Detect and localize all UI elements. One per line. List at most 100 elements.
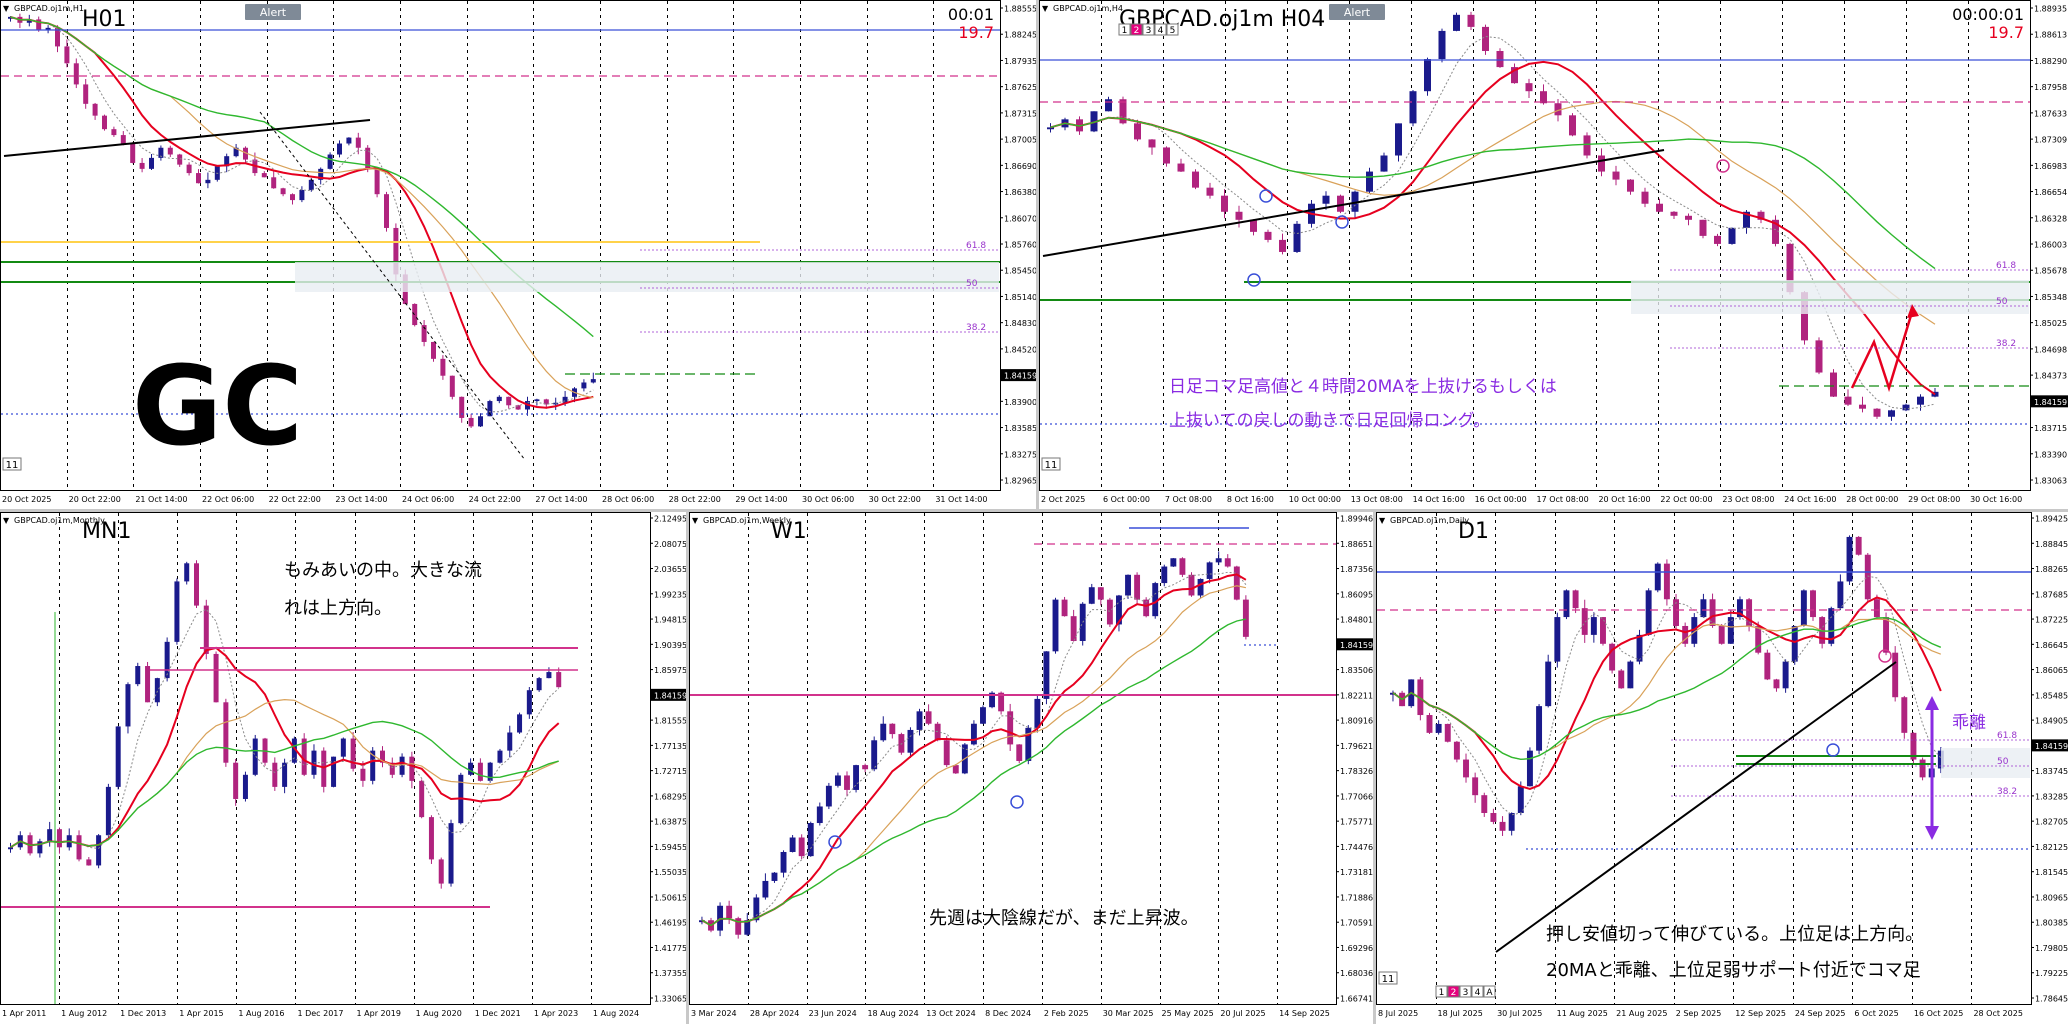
candle-body: [1830, 372, 1837, 397]
time-label: 18 Jul 2025: [1438, 1009, 1483, 1018]
candle-body: [56, 829, 62, 848]
price-label: 1.82125: [2035, 843, 2068, 852]
chart-tab-label: 1: [1122, 26, 1128, 36]
candle-body: [925, 711, 932, 724]
candle-body: [834, 775, 841, 786]
price-label: 1.85975: [654, 666, 686, 675]
candle-body: [1846, 536, 1853, 582]
price-label: 2.03655: [654, 565, 686, 574]
candle-body: [1883, 617, 1890, 653]
candle-body: [1873, 408, 1881, 417]
candle-body: [468, 417, 474, 427]
time-label: 1 Aug 2012: [61, 1009, 107, 1018]
candle-body: [880, 723, 887, 741]
candle-body: [374, 168, 380, 195]
fib-level-label: 61.8: [966, 241, 986, 251]
fib-level-label: 61.8: [1996, 261, 2016, 271]
candle-body: [1206, 562, 1213, 579]
candle-body: [145, 666, 151, 703]
time-label: 24 Oct 22:00: [469, 495, 521, 504]
candle-body: [825, 785, 832, 807]
price-label: 1.82211: [1340, 691, 1373, 700]
time-label: 28 Oct 2025: [1973, 1009, 2022, 1018]
d1-chart-svg[interactable]: 1.89425 1.88845 1.88265 1.87685 1.87225 1.866…: [1376, 512, 2068, 1024]
time-label: 20 Oct 16:00: [1598, 495, 1650, 504]
candle-body: [1134, 123, 1141, 140]
candle-body: [1179, 558, 1186, 575]
candle-body: [164, 641, 170, 679]
time-label: 28 Apr 2024: [750, 1009, 799, 1018]
candle-body: [1636, 634, 1643, 662]
chart-window-d1[interactable]: 1.89425 1.88845 1.88265 1.87685 1.87225 1.866…: [1376, 512, 2068, 1024]
candle-body: [111, 129, 117, 136]
w1-chart-svg[interactable]: 1.89946 1.88651 1.87356 1.86095 1.84801 1.841…: [689, 512, 1373, 1024]
window-title: GBPCAD.oj1m,H1: [14, 4, 84, 13]
candle-body: [1499, 821, 1506, 831]
price-label: 1.83285: [2035, 792, 2068, 801]
price-label: 1.88935: [2034, 5, 2067, 14]
candle-body: [556, 672, 562, 688]
chart-tab-label: 4: [1158, 26, 1164, 36]
candle-body: [1337, 195, 1344, 212]
candle-body: [1496, 51, 1504, 68]
candle-body: [130, 143, 136, 163]
candle-body: [1016, 744, 1023, 761]
chart-window-h4[interactable]: 1.88935 1.88613 1.88290 1.87958 1.87633 1.873…: [1039, 0, 2068, 509]
price-label: 1.84905: [2035, 717, 2068, 726]
dropdown-arrow-icon[interactable]: ▼: [1042, 4, 1049, 13]
candle-body: [1902, 404, 1910, 411]
chart-window-mn1[interactable]: 2.12495 2.08075 2.03655 1.99235 1.94815 1.903…: [0, 512, 686, 1024]
candle-body: [360, 768, 366, 781]
candle-body: [1901, 697, 1908, 733]
candle-body: [1453, 14, 1460, 31]
candle-body: [1061, 599, 1068, 617]
dropdown-arrow-icon[interactable]: ▼: [1379, 516, 1386, 525]
candle-body: [1656, 203, 1663, 212]
price-label: 1.88245: [1004, 31, 1036, 40]
price-label: 1.77066: [1340, 792, 1373, 801]
chart-window-w1[interactable]: 1.89946 1.88651 1.87356 1.86095 1.84801 1.841…: [689, 512, 1373, 1024]
candle-body: [1600, 617, 1606, 644]
candle-body: [1482, 26, 1489, 52]
candle-body: [321, 750, 327, 787]
candle-body: [1864, 554, 1871, 600]
time-label: 16 Oct 00:00: [1475, 495, 1527, 504]
candle-body: [92, 103, 98, 116]
chart-tab-label: 3: [1146, 26, 1152, 36]
time-label: 23 Oct 08:00: [1722, 495, 1774, 504]
candle-body: [1618, 670, 1625, 689]
price-label: 1.66741: [1340, 995, 1373, 1004]
time-label: 1 Dec 2021: [475, 1009, 521, 1018]
h4-chart-svg[interactable]: 1.88935 1.88613 1.88290 1.87958 1.87633 1.873…: [1039, 0, 2068, 509]
dropdown-arrow-icon[interactable]: ▼: [3, 516, 10, 525]
price-label: 1.79621: [1340, 742, 1373, 751]
candle-body: [970, 723, 977, 745]
candle-body: [1424, 59, 1431, 92]
price-label: 1.72715: [654, 767, 686, 776]
candle-body: [409, 756, 415, 781]
dropdown-arrow-icon[interactable]: ▼: [692, 516, 699, 525]
mn1-chart-svg[interactable]: 2.12495 2.08075 2.03655 1.99235 1.94815 1.903…: [0, 512, 686, 1024]
fib-level-label: 50: [1996, 297, 2008, 307]
h1-chart-svg[interactable]: 1.88555 1.88245 1.87935 1.87625 1.87315 1.870…: [0, 0, 1036, 509]
time-label: 28 Oct 06:00: [602, 495, 654, 504]
price-label: 1.55035: [654, 868, 686, 877]
chart-window-h1[interactable]: 1.88555 1.88245 1.87935 1.87625 1.87315 1.870…: [0, 0, 1036, 509]
candle-body: [105, 786, 111, 836]
candle-body: [1700, 599, 1707, 618]
dropdown-arrow-icon[interactable]: ▼: [3, 4, 10, 13]
candle-body: [816, 806, 823, 824]
chart-tab-label: 5: [1170, 26, 1176, 36]
price-label: 1.84520: [1004, 345, 1036, 354]
candle-body: [1526, 750, 1533, 787]
candle-body: [350, 738, 356, 769]
price-label: 1.70591: [1340, 919, 1373, 928]
price-label: 1.85025: [2034, 319, 2067, 328]
candle-body: [282, 762, 288, 787]
candle-body: [780, 851, 787, 873]
price-label: 1.88613: [2034, 31, 2067, 40]
divergence-label: 乖離: [1952, 713, 1986, 733]
bid-price-label: 1.84159: [1340, 641, 1373, 650]
price-label: 1.89946: [1340, 515, 1373, 524]
candle-body: [1242, 599, 1249, 637]
